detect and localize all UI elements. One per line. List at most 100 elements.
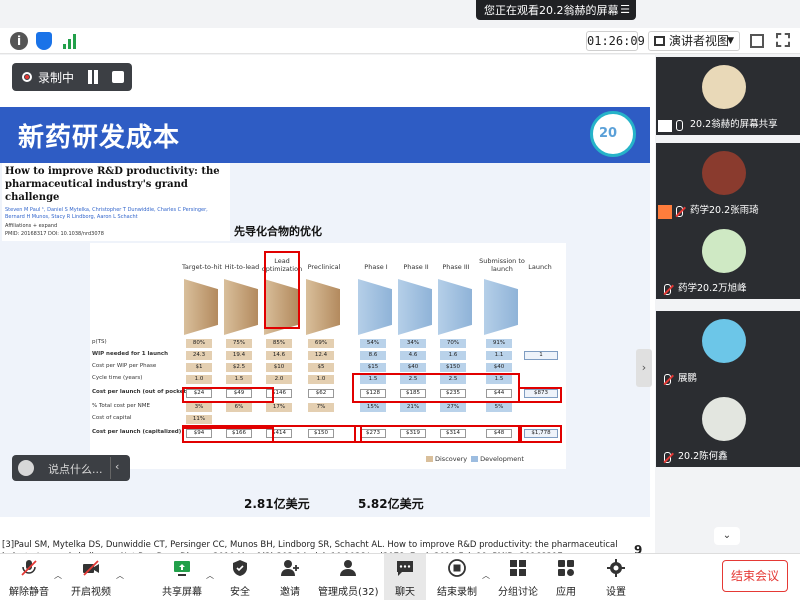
end-recording-label: 结束录制	[437, 587, 477, 598]
highlight-box	[518, 425, 562, 443]
table-cell: 12.4	[308, 351, 334, 360]
chevron-left-icon[interactable]: ‹	[115, 460, 119, 473]
meeting-timer: 01:26:09	[586, 31, 645, 51]
row-label: Cost per launch (capitalized)	[92, 429, 182, 435]
side-panel-toggle[interactable]: ›	[636, 349, 652, 387]
chat-button[interactable]: 聊天	[384, 554, 426, 600]
end-meeting-button[interactable]: 结束会议	[722, 560, 788, 592]
apps-label: 应用	[556, 587, 576, 598]
highlight-box	[182, 387, 274, 403]
stage-funnel	[438, 279, 472, 335]
end-recording-button[interactable]: 结束录制	[434, 554, 480, 600]
presenter-view-button[interactable]: 演讲者视图 ▼	[648, 31, 740, 51]
table-cell: 7%	[308, 403, 334, 412]
table-cell: $10	[266, 363, 292, 372]
table-cell: 21%	[400, 403, 426, 412]
slide-title-bar: 新药研发成本 20	[0, 107, 650, 163]
invite-label: 邀请	[280, 587, 300, 598]
table-cell: 1.1	[486, 351, 512, 360]
row-label: Cost per WIP per Phase	[92, 363, 157, 369]
share-screen-button[interactable]: 共享屏幕	[160, 554, 204, 600]
chevron-up-icon[interactable]: ︿	[206, 570, 214, 581]
breakout-rooms-button[interactable]: 分组讨论	[496, 554, 540, 600]
signal-icon[interactable]	[63, 33, 79, 49]
menu-icon[interactable]: ☰	[620, 3, 630, 16]
chat-icon	[397, 561, 413, 576]
fullscreen-icon[interactable]	[776, 33, 790, 47]
row-label: Cost per launch (out of pocket)	[92, 389, 189, 395]
invite-button[interactable]: 邀请	[272, 554, 308, 600]
table-cell: 2.0	[266, 375, 292, 384]
chevron-up-icon[interactable]: ︿	[482, 570, 490, 581]
rd-cost-figure: Target-to-hit Hit-to-lead Lead optimizatio…	[90, 243, 566, 469]
start-video-label: 开启视频	[71, 587, 111, 598]
table-cell: 19.4	[226, 351, 252, 360]
scroll-down-button[interactable]: ⌄	[714, 527, 740, 545]
table-cell: 1.0	[186, 375, 212, 384]
row-label: Cycle time (years)	[92, 375, 143, 381]
table-cell: 1.0	[308, 375, 334, 384]
participant-tile[interactable]: 药学20.2万旭峰	[656, 221, 800, 299]
participant-tile[interactable]: 20.2翁赫的屏幕共享	[656, 57, 800, 135]
expand-icon[interactable]	[750, 34, 764, 48]
recording-bar: 录制中	[12, 63, 132, 91]
stop-record-icon	[448, 559, 466, 577]
slide-reference: [3]Paul SM, Mytelka DS, Dunwiddie CT, Pe…	[2, 540, 618, 553]
start-video-button[interactable]: 开启视频	[68, 554, 114, 600]
avatar	[702, 65, 746, 109]
manage-members-label: 管理成员(32)	[318, 587, 379, 598]
avatar	[702, 397, 746, 441]
chevron-up-icon[interactable]: ︿	[54, 570, 62, 581]
table-cell: 85%	[266, 339, 292, 348]
table-cell: $150	[440, 363, 466, 372]
stage-label: Preclinical	[307, 263, 341, 271]
participant-tile[interactable]: 药学20.2张雨琦	[656, 143, 800, 221]
chevron-up-icon[interactable]: ︿	[116, 570, 124, 581]
chat-input[interactable]: 说点什么... ‹	[12, 455, 130, 481]
paper-affiliations: Affiliations + expand	[5, 223, 58, 229]
unmute-label: 解除静音	[9, 587, 49, 598]
logo-seal: 20	[590, 111, 636, 157]
shield-icon[interactable]	[36, 32, 52, 50]
avatar	[702, 319, 746, 363]
highlight-box	[518, 387, 562, 403]
table-cell: 1.5	[226, 375, 252, 384]
participant-name: 药学20.2张雨琦	[690, 205, 759, 216]
table-cell: 27%	[440, 403, 466, 412]
highlight-box	[354, 425, 522, 443]
table-cell: 24.3	[186, 351, 212, 360]
share-screen-icon	[174, 561, 190, 576]
apps-button[interactable]: 应用	[548, 554, 584, 600]
table-cell: 5%	[486, 403, 512, 412]
table-cell: 91%	[486, 339, 512, 348]
participant-tile[interactable]: 展鹏	[656, 311, 800, 389]
participant-tile[interactable]: 20.2陈何鑫	[656, 389, 800, 467]
meeting-window: 您正在观看20.2翁赫的屏幕 ☰ i 01:26:09 演讲者视图 ▼ 新药研发…	[0, 0, 800, 600]
manage-members-button[interactable]: 管理成员(32)	[318, 554, 379, 600]
viewing-banner: 您正在观看20.2翁赫的屏幕 ☰	[476, 0, 636, 20]
recording-label: 录制中	[38, 70, 75, 85]
chat-placeholder: 说点什么...	[48, 463, 103, 476]
security-button[interactable]: 安全	[222, 554, 258, 600]
table-cell: 17%	[266, 403, 292, 412]
settings-button[interactable]: 设置	[598, 554, 634, 600]
paper-pmid: PMID: 20168317 DOI: 10.1038/nrd3078	[5, 231, 104, 237]
stop-icon[interactable]	[112, 71, 124, 83]
pause-icon[interactable]	[86, 70, 100, 84]
info-icon[interactable]: i	[10, 32, 28, 50]
row-label: WIP needed for 1 launch	[92, 351, 169, 357]
participant-name: 展鹏	[678, 373, 698, 384]
breakout-rooms-icon	[510, 560, 526, 576]
table-cell: $62	[308, 389, 334, 398]
participant-name: 20.2翁赫的屏幕共享	[690, 119, 778, 130]
table-cell: 4.6	[400, 351, 426, 360]
emoji-icon[interactable]	[18, 460, 34, 476]
security-label: 安全	[230, 587, 250, 598]
participant-name: 药学20.2万旭峰	[678, 283, 747, 294]
table-cell: 69%	[308, 339, 334, 348]
legend-development-label: Development	[480, 455, 524, 463]
legend-discovery-label: Discovery	[435, 455, 468, 463]
table-cell: 3%	[186, 403, 212, 412]
chevron-down-icon: ▼	[727, 36, 734, 46]
unmute-button[interactable]: 解除静音	[6, 554, 52, 600]
